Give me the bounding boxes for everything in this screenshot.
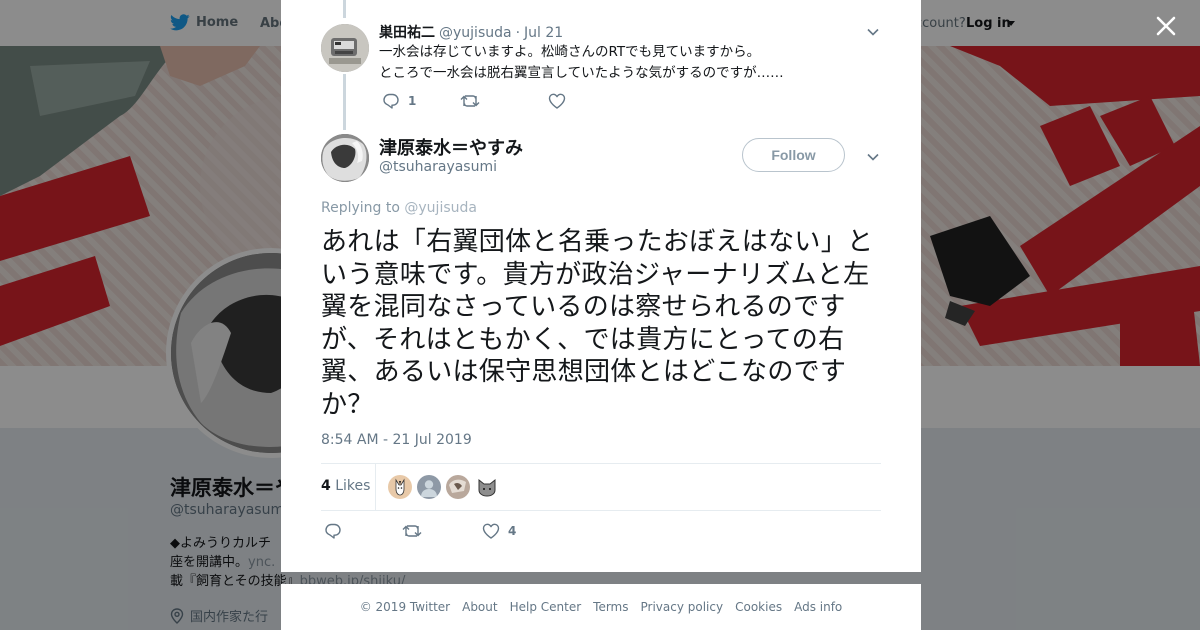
like-count: 4 xyxy=(508,524,517,538)
parent-tweet-header: 巣田祐二 @yujisuda · Jul 21 xyxy=(379,22,563,42)
parent-tweet-text: 一水会は存じていますよ。松崎さんのRTでも見ていますから。 ところで一水会は脱右… xyxy=(379,42,849,84)
liker-avatar[interactable] xyxy=(446,475,470,499)
footer-link-help-center[interactable]: Help Center xyxy=(510,600,582,614)
replying-to: Replying to @yujisuda xyxy=(321,200,477,216)
tweet-author-handle[interactable]: @tsuharayasumi xyxy=(379,159,497,175)
chevron-down-icon[interactable] xyxy=(866,150,880,164)
divider xyxy=(321,510,881,511)
modal-footer: © 2019 Twitter About Help Center Terms P… xyxy=(281,584,921,630)
replying-to-handle[interactable]: @yujisuda xyxy=(404,200,477,216)
tweet-text: あれは「右翼団体と名乗ったおぼえはない」という意味です。貴方が政治ジャーナリズム… xyxy=(321,227,874,420)
retweet-button[interactable] xyxy=(460,93,548,109)
parent-tweet-date[interactable]: Jul 21 xyxy=(524,25,563,41)
liker-avatars xyxy=(388,475,499,499)
liker-avatar[interactable] xyxy=(417,475,441,499)
divider xyxy=(321,463,881,464)
like-button[interactable]: 4 xyxy=(482,523,516,539)
close-button[interactable] xyxy=(1152,12,1180,40)
divider xyxy=(375,463,376,511)
liker-avatar[interactable] xyxy=(388,475,412,499)
avatar-image xyxy=(446,475,470,499)
follow-button[interactable]: Follow xyxy=(742,138,845,172)
tweet-text-line: 一水会は存じていますよ。松崎さんのRTでも見ていますから。 xyxy=(379,44,761,60)
footer-link-terms[interactable]: Terms xyxy=(593,600,628,614)
reply-button[interactable] xyxy=(324,522,402,540)
reply-count: 1 xyxy=(408,94,417,108)
retweet-icon xyxy=(402,525,422,537)
footer-link-ads-info[interactable]: Ads info xyxy=(794,600,842,614)
likes-stat[interactable]: 4 Likes xyxy=(321,478,370,494)
footer-link-about[interactable]: About xyxy=(462,600,497,614)
tweet-permalink-modal: 巣田祐二 @yujisuda · Jul 21 一水会は存じていますよ。松崎さん… xyxy=(281,0,921,572)
footer-link-cookies[interactable]: Cookies xyxy=(735,600,782,614)
reply-button[interactable]: 1 xyxy=(382,92,460,110)
footer-link-privacy[interactable]: Privacy policy xyxy=(641,600,724,614)
parent-tweet-avatar[interactable] xyxy=(321,24,369,72)
retweet-icon xyxy=(460,95,480,107)
reply-icon xyxy=(325,523,341,539)
avatar-image xyxy=(388,475,412,499)
heart-icon xyxy=(482,523,500,539)
parent-author-handle[interactable]: @yujisuda xyxy=(439,25,512,41)
tweet-timestamp[interactable]: 8:54 AM - 21 Jul 2019 xyxy=(321,432,472,448)
likes-count: 4 xyxy=(321,478,331,494)
tweet-actions: 4 xyxy=(324,522,516,540)
avatar-image xyxy=(417,475,441,499)
avatar-image xyxy=(321,134,369,182)
retweet-button[interactable] xyxy=(402,523,482,539)
reply-icon xyxy=(383,93,399,109)
parent-tweet-actions: 1 xyxy=(382,92,574,110)
heart-icon xyxy=(548,93,566,109)
tweet-author-avatar[interactable] xyxy=(321,134,369,182)
thread-connector xyxy=(343,0,346,18)
likes-label: Likes xyxy=(335,478,371,494)
parent-author-name[interactable]: 巣田祐二 xyxy=(379,22,435,42)
tweet-author-name[interactable]: 津原泰水＝やすみ xyxy=(379,134,523,160)
chevron-down-icon[interactable] xyxy=(866,25,880,39)
separator: · xyxy=(515,25,521,41)
liker-avatar[interactable] xyxy=(475,475,499,499)
copyright: © 2019 Twitter xyxy=(359,600,451,614)
tweet-text-line: ところで一水会は脱右翼宣言していたような気がするのですが…… xyxy=(379,65,784,81)
close-icon xyxy=(1156,16,1176,36)
avatar-image xyxy=(321,24,369,72)
thread-connector xyxy=(343,74,346,130)
avatar-image xyxy=(475,475,499,499)
replying-prefix: Replying to xyxy=(321,200,400,216)
like-button[interactable] xyxy=(548,93,574,109)
